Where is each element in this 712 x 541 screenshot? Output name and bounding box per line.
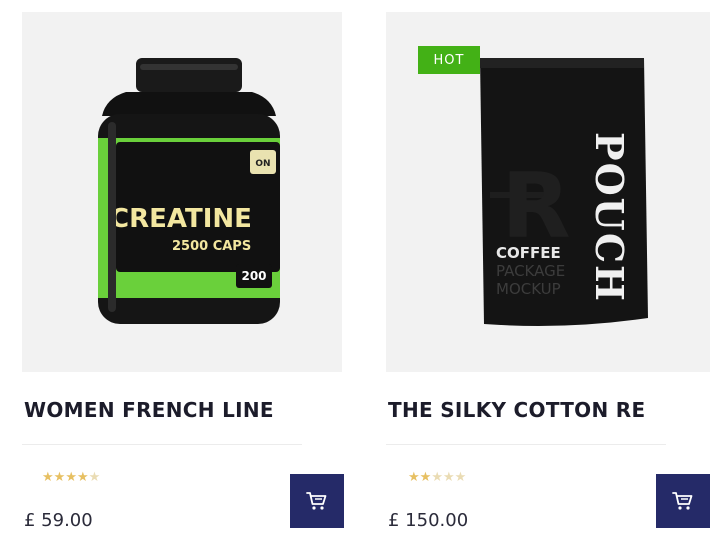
shopping-cart-icon [672, 492, 693, 510]
star-icon: ★ [76, 470, 89, 485]
pouch-mockup-text: MOCKUP [496, 280, 561, 298]
rating-stars: ★★★★★ [42, 470, 100, 485]
divider [22, 444, 302, 445]
star-empty-icon: ★ [431, 470, 443, 485]
add-to-cart-button[interactable] [290, 474, 344, 528]
pouch-package-text: PACKAGE [496, 262, 565, 280]
star-icon: ★ [408, 470, 420, 485]
star-icon: ★ [65, 470, 77, 485]
star-icon: ★ [53, 470, 66, 485]
star-icon: ★ [42, 470, 54, 485]
product-card: R COFFEE PACKAGE MOCKUP POUCH THE SILKY … [366, 0, 710, 541]
jar-label-main: CREATINE [110, 204, 252, 234]
jar-badge-text: ON [255, 159, 270, 169]
star-half-icon: ★ [88, 470, 101, 485]
hot-badge: HOT [418, 46, 480, 74]
star-empty-icon: ★ [454, 470, 467, 485]
rating-stars: ★★★★★ [408, 470, 466, 485]
add-to-cart-button[interactable] [656, 474, 710, 528]
jar-label-count: 200 [241, 269, 266, 283]
divider [386, 444, 666, 445]
shopping-cart-icon [306, 492, 327, 510]
star-icon: ★ [419, 470, 432, 485]
product-image[interactable]: ON CREATINE 2500 CAPS 200 [22, 12, 342, 372]
jar-label-sub: 2500 CAPS [172, 239, 251, 254]
product-price: £ 59.00 [24, 510, 93, 531]
product-title[interactable]: WOMEN FRENCH LINE [24, 398, 274, 422]
pouch-brand-text: POUCH [587, 132, 632, 303]
creatine-jar-image: ON CREATINE 2500 CAPS 200 [98, 58, 280, 324]
product-title[interactable]: THE SILKY COTTON RE [388, 398, 645, 422]
product-price: £ 150.00 [388, 510, 469, 531]
star-empty-icon: ★ [442, 470, 455, 485]
product-card: ON CREATINE 2500 CAPS 200 WOMEN FRENCH L… [0, 0, 344, 541]
pouch-coffee-text: COFFEE [496, 244, 561, 262]
